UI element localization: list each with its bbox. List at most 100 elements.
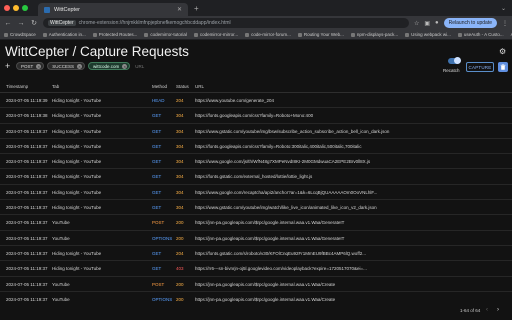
- filter-chip-status[interactable]: SUCCESS ×: [47, 62, 86, 70]
- cell-status: 200: [176, 281, 184, 287]
- previous-page-button[interactable]: ‹: [486, 307, 488, 313]
- maximize-window-button[interactable]: [22, 5, 28, 11]
- table-row[interactable]: 2024-07-05 11:19:37 Hiding tonight - YouT…: [0, 246, 512, 262]
- cell-status: 304: [176, 189, 184, 195]
- cell-timestamp: 2024-07-05 11:19:37: [6, 128, 48, 134]
- column-header-method[interactable]: Method: [152, 81, 172, 93]
- filter-chip-method[interactable]: POST ×: [16, 62, 45, 70]
- bookmark-label: Routing Your Web...: [303, 32, 344, 37]
- bookmark-item[interactable]: CrowdSpace: [4, 32, 36, 37]
- table-row[interactable]: 2024-07-05 11:19:37 Hiding tonight - YouT…: [0, 200, 512, 216]
- bookmark-favicon-icon: [42, 32, 47, 37]
- filter-chip-label: wittcode.com: [93, 63, 120, 69]
- clear-requests-button[interactable]: [498, 62, 508, 72]
- cell-url: https://fonts.googleapis.com/css?family=…: [195, 143, 362, 149]
- url-filter-input[interactable]: URL: [135, 64, 144, 69]
- settings-gear-icon[interactable]: ⚙: [499, 47, 506, 56]
- table-row[interactable]: 2024-07-05 11:19:37 YouTube POST 200 https:/…: [0, 215, 512, 231]
- remove-filter-icon[interactable]: ×: [77, 63, 83, 69]
- table-row[interactable]: 2024-07-05 11:19:37 Hiding tonight - YouT…: [0, 139, 512, 155]
- bookmark-favicon-icon: [144, 32, 149, 37]
- cell-tab: Hiding tonight - YouTube: [52, 98, 102, 103]
- filter-chip-label: SUCCESS: [52, 63, 75, 69]
- cell-tab: Hiding tonight - YouTube: [52, 143, 102, 149]
- bookmark-item[interactable]: Protected Routes...: [92, 32, 137, 37]
- remove-filter-icon[interactable]: ×: [122, 63, 128, 69]
- capture-button[interactable]: CAPTURE: [466, 62, 494, 72]
- table-header: Timestamp Tab Method Status URL: [0, 81, 512, 93]
- column-header-timestamp[interactable]: Timestamp: [6, 81, 50, 93]
- bookmark-item[interactable]: Routing Your Web...: [297, 32, 344, 37]
- bookmark-item[interactable]: Authentication in...: [42, 32, 86, 37]
- bookmark-item[interactable]: codemirror-tutorial: [144, 32, 187, 37]
- cell-timestamp: 2024-07-05 11:19:37: [6, 220, 48, 226]
- filter-chip-domain[interactable]: wittcode.com ×: [88, 62, 131, 70]
- next-page-button[interactable]: ›: [497, 307, 499, 313]
- bookmark-item[interactable]: useAuth - A Custo...: [457, 32, 504, 37]
- cell-url: https://rr6---sn-bivnrjn-oj5l.googlevide…: [195, 266, 367, 272]
- cell-status: 403: [176, 266, 184, 272]
- bookmark-label: codemirror-tutorial: [150, 32, 187, 37]
- table-row[interactable]: 2024-07-05 11:19:37 Hiding tonight - YouT…: [0, 124, 512, 139]
- recatch-toggle[interactable]: [448, 57, 461, 64]
- tab-search-chevron-icon[interactable]: ⌄: [501, 3, 506, 16]
- bookmark-label: useAuth - A Custo...: [463, 32, 504, 37]
- cell-tab: Hiding tonight - YouTube: [52, 113, 102, 119]
- table-row[interactable]: 2024-07-05 11:19:37 Hiding tonight - YouT…: [0, 261, 512, 277]
- table-row[interactable]: 2024-07-05 11:19:39 Hiding tonight - YouT…: [0, 93, 512, 109]
- cell-method: GET: [152, 128, 162, 134]
- bookmark-star-icon[interactable]: ☆: [414, 20, 419, 27]
- cell-method: HEAD: [152, 98, 165, 103]
- relaunch-button[interactable]: Relaunch to update: [443, 18, 497, 28]
- add-filter-icon[interactable]: +: [5, 61, 13, 71]
- bookmark-label: code-mirror-forum...: [251, 32, 291, 37]
- cell-url: https://fonts.gstatic.com/external_hoste…: [195, 174, 313, 180]
- pagination-range: 1-64 of 64: [460, 308, 481, 313]
- bookmark-item[interactable]: codemirror-mirror...: [193, 32, 238, 37]
- minimize-window-button[interactable]: [13, 5, 19, 11]
- browser-tab[interactable]: WittCepter ✕: [38, 3, 188, 16]
- menu-dots-icon[interactable]: ⋮: [502, 20, 508, 27]
- table-row[interactable]: 2024-07-05 11:19:37 YouTube OPTIONS 200 http…: [0, 231, 512, 246]
- close-tab-icon[interactable]: ✕: [177, 6, 182, 13]
- table-row[interactable]: 2024-07-05 11:19:37 Hiding tonight - YouT…: [0, 169, 512, 185]
- profile-avatar-icon[interactable]: ●: [435, 20, 439, 26]
- cell-status: 200: [176, 235, 184, 241]
- browser-tabstrip: WittCepter ✕ + ⌄: [0, 0, 512, 16]
- cell-method: OPTIONS: [152, 235, 172, 241]
- bookmark-item[interactable]: code-mirror-forum...: [245, 32, 291, 37]
- table-row[interactable]: 2024-07-05 11:19:37 Hiding tonight - YouT…: [0, 154, 512, 170]
- cell-method: GET: [152, 159, 162, 165]
- bookmark-favicon-icon: [350, 32, 355, 37]
- cell-tab: Hiding tonight - YouTube: [52, 128, 102, 134]
- table-row[interactable]: 2024-07-05 11:19:37 YouTube POST 200 https:/…: [0, 277, 512, 292]
- address-host: WittCepter: [48, 20, 76, 26]
- extensions-icon[interactable]: ▣: [424, 20, 430, 27]
- bookmark-favicon-icon: [193, 32, 198, 37]
- bookmark-favicon-icon: [405, 32, 410, 37]
- filter-chip-label: POST: [21, 63, 34, 69]
- address-bar[interactable]: WittCepter chrome-extension://hnjmkklmfn…: [43, 18, 409, 28]
- close-window-button[interactable]: [4, 5, 10, 11]
- column-header-status[interactable]: Status: [176, 81, 192, 93]
- cell-timestamp: 2024-07-05 11:19:37: [6, 174, 48, 180]
- back-button[interactable]: ←: [4, 20, 12, 27]
- table-row[interactable]: 2024-07-05 11:19:38 Hiding tonight - YouT…: [0, 108, 512, 124]
- forward-button[interactable]: →: [17, 20, 25, 27]
- bookmark-item[interactable]: Using webpack wi...: [405, 32, 451, 37]
- cell-url: https://www.youtube.com/generate_204: [195, 98, 275, 103]
- cell-url: https://fonts.googleapis.com/css?family=…: [195, 113, 314, 119]
- column-header-tab[interactable]: Tab: [52, 81, 148, 93]
- reload-button[interactable]: ↻: [30, 19, 38, 27]
- bookmark-item[interactable]: npm-displays-pack...: [350, 32, 398, 37]
- cell-status: 304: [176, 128, 184, 134]
- cell-method: GET: [152, 189, 162, 195]
- remove-filter-icon[interactable]: ×: [36, 63, 42, 69]
- cell-timestamp: 2024-07-05 11:19:37: [6, 250, 48, 256]
- cell-method: GET: [152, 266, 162, 272]
- address-path: chrome-extension://hnjmkklmfnpjepbnefkem…: [78, 20, 231, 26]
- column-header-url[interactable]: URL: [195, 81, 509, 93]
- bookmark-favicon-icon: [245, 32, 250, 37]
- table-row[interactable]: 2024-07-05 11:19:37 Hiding tonight - YouT…: [0, 185, 512, 201]
- new-tab-button[interactable]: +: [190, 3, 203, 16]
